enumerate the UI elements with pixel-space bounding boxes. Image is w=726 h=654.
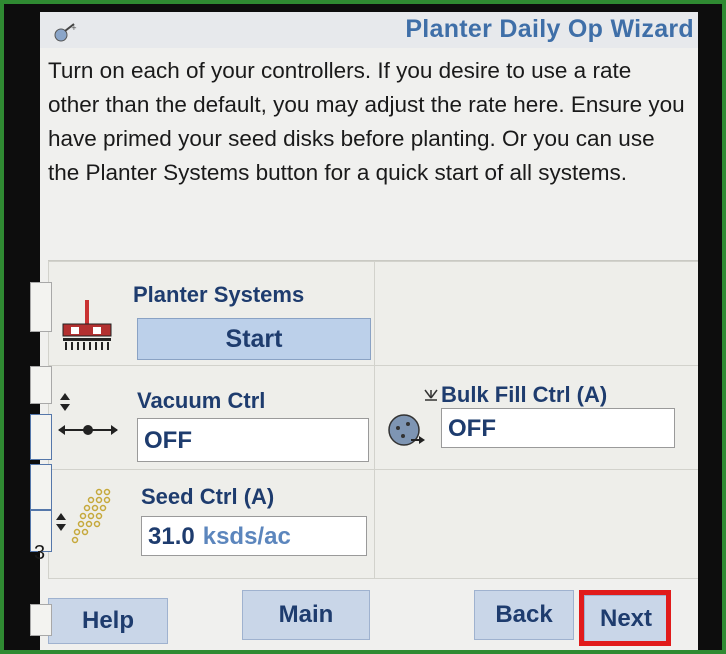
back-button[interactable]: Back [474, 590, 574, 640]
left-panel-text: 3 [34, 542, 46, 564]
vacuum-flow-icon [57, 420, 119, 440]
seed-ctrl-field[interactable]: 31.0 ksds/ac [141, 516, 367, 556]
bulk-fill-ctrl-field[interactable]: OFF [441, 408, 675, 448]
vacuum-ctrl-label: Vacuum Ctrl [137, 388, 266, 413]
vacuum-ctrl-cell: Vacuum Ctrl OFF [48, 365, 376, 471]
antenna-icon [423, 388, 439, 402]
help-button[interactable]: Help [48, 598, 168, 644]
left-panel-field [30, 282, 52, 332]
wizard-screen: + Planter Daily Op Wizard Turn on each o… [40, 12, 698, 650]
bulk-fill-ctrl-cell: Bulk Fill Ctrl (A) OFF [374, 365, 698, 471]
next-button-highlight [579, 590, 671, 646]
bulk-fill-icon [387, 410, 427, 450]
instructions-text: Turn on each of your controllers. If you… [48, 58, 685, 185]
vacuum-ctrl-field[interactable]: OFF [137, 418, 369, 462]
wizard-wand-icon: + [54, 22, 78, 42]
left-panel-field [30, 464, 52, 510]
left-panel-button [30, 604, 52, 636]
main-button[interactable]: Main [242, 590, 370, 640]
chevron-updown-icon [59, 392, 71, 412]
svg-text:+: + [71, 24, 77, 32]
window-title: Planter Daily Op Wizard [405, 15, 694, 43]
empty-cell [374, 261, 698, 367]
chevron-updown-icon [55, 512, 67, 532]
planter-systems-label: Planter Systems [133, 282, 305, 307]
planter-systems-start-button[interactable]: Start [137, 318, 371, 360]
empty-cell-lower [374, 469, 698, 579]
bulk-fill-ctrl-label: Bulk Fill Ctrl (A) [441, 382, 608, 407]
controller-grid: Planter Systems Start Vacuum Ctrl OFF Bu… [48, 260, 698, 579]
display-frame: + Planter Daily Op Wizard Turn on each o… [0, 0, 726, 654]
seed-rate-value: 31.0 [148, 523, 195, 550]
planter-systems-cell: Planter Systems Start [48, 261, 376, 367]
seed-icon [69, 486, 113, 546]
left-panel-field [30, 366, 52, 404]
seed-rate-unit: ksds/ac [202, 523, 291, 550]
seed-ctrl-label: Seed Ctrl (A) [141, 484, 275, 509]
left-panel-field [30, 414, 52, 460]
seed-ctrl-cell: Seed Ctrl (A) 31.0 ksds/ac [48, 469, 376, 579]
planter-icon [59, 296, 115, 352]
title-bar: + Planter Daily Op Wizard [40, 12, 698, 48]
